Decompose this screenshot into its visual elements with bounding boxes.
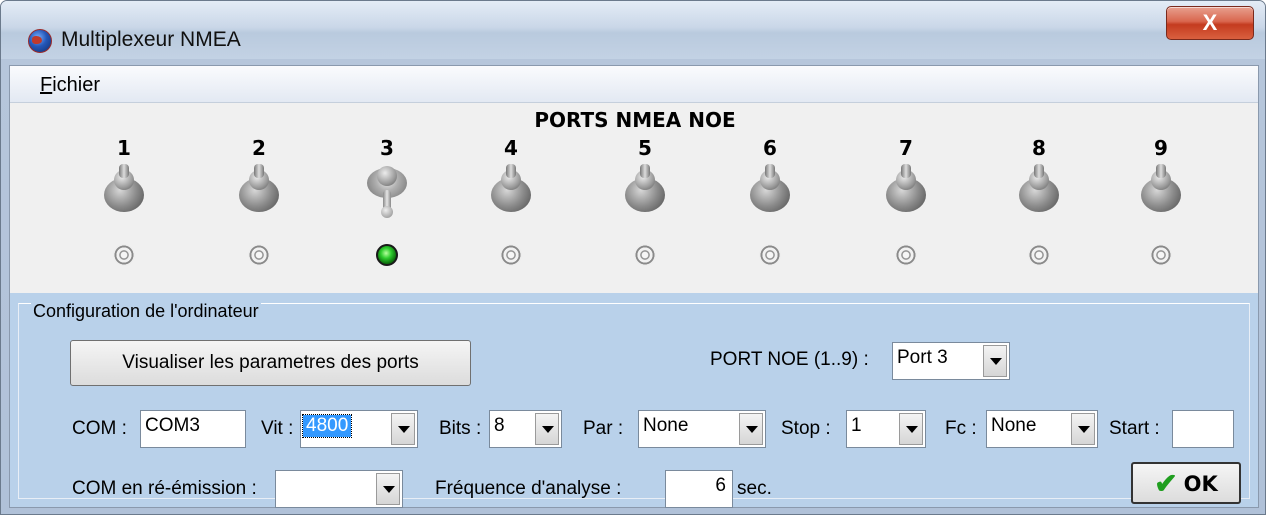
port-noe-value: Port 3 <box>897 347 948 368</box>
status-led-icon <box>113 244 135 266</box>
chevron-down-icon[interactable] <box>739 413 763 445</box>
status-led-icon <box>759 244 781 266</box>
bits-select[interactable]: 8 <box>489 410 562 448</box>
chevron-down-icon[interactable] <box>1071 413 1095 445</box>
par-select[interactable]: None <box>638 410 766 448</box>
stop-select[interactable]: 1 <box>846 410 926 448</box>
ports-title: PORTS NMEA NOE <box>534 108 736 132</box>
freq-label: Fréquence d'analyse : <box>435 478 622 499</box>
chevron-down-icon[interactable] <box>376 473 400 505</box>
menu-fichier-mnemonic: F <box>40 74 53 96</box>
toggle-switch-icon[interactable] <box>1016 164 1062 228</box>
status-led-icon <box>248 244 270 266</box>
status-led-icon <box>1028 244 1050 266</box>
port-number: 3 <box>380 136 394 160</box>
reemission-label: COM en ré-émission : <box>72 478 257 499</box>
com-input[interactable]: COM3 <box>140 410 246 448</box>
chevron-down-icon[interactable] <box>899 413 923 445</box>
bits-value: 8 <box>494 415 505 436</box>
port-number: 4 <box>504 136 518 160</box>
port-9: 9 <box>1131 136 1191 266</box>
port-number: 9 <box>1154 136 1168 160</box>
config-groupbox: Configuration de l'ordinateur Visualiser… <box>18 301 1250 508</box>
port-number: 2 <box>252 136 266 160</box>
port-noe-select[interactable]: Port 3 <box>892 342 1010 380</box>
port-number: 1 <box>117 136 131 160</box>
port-number: 5 <box>638 136 652 160</box>
checkmark-icon: ✔ <box>1154 468 1178 499</box>
port-number: 8 <box>1032 136 1046 160</box>
fc-value: None <box>991 415 1037 436</box>
toggle-switch-icon[interactable] <box>101 164 147 228</box>
com-label: COM : <box>72 418 127 439</box>
vit-label: Vit : <box>261 418 294 439</box>
start-input[interactable] <box>1172 410 1234 448</box>
start-label: Start : <box>1109 418 1160 439</box>
status-led-icon <box>376 244 398 266</box>
client-area: Fichier PORTS NMEA NOE 1 2 3 4 5 6 7 8 9 Configu… <box>9 65 1259 508</box>
reemission-select[interactable] <box>275 470 403 508</box>
menu-fichier-label: ichier <box>52 74 101 96</box>
chevron-down-icon[interactable] <box>391 413 415 445</box>
menu-fichier[interactable]: Fichier <box>40 74 100 97</box>
freq-unit: sec. <box>737 478 772 499</box>
title-bar[interactable]: Multiplexeur NMEA X <box>1 1 1265 59</box>
main-window: Multiplexeur NMEA X Fichier PORTS NMEA N… <box>0 0 1266 515</box>
port-number: 6 <box>763 136 777 160</box>
window-title: Multiplexeur NMEA <box>61 28 241 51</box>
bits-label: Bits : <box>439 418 482 439</box>
freq-input[interactable]: 6 <box>665 470 733 508</box>
chevron-down-icon[interactable] <box>535 413 559 445</box>
port-6: 6 <box>740 136 800 266</box>
toggle-switch-icon[interactable] <box>364 164 410 228</box>
chevron-down-icon[interactable] <box>983 345 1007 377</box>
port-2: 2 <box>229 136 289 266</box>
config-panel: Configuration de l'ordinateur Visualiser… <box>10 293 1258 508</box>
port-noe-label: PORT NOE (1..9) : <box>710 349 869 370</box>
port-number: 7 <box>899 136 913 160</box>
status-led-icon <box>500 244 522 266</box>
fc-select[interactable]: None <box>986 410 1098 448</box>
globe-icon <box>28 29 52 53</box>
port-1: 1 <box>94 136 154 266</box>
toggle-switch-icon[interactable] <box>622 164 668 228</box>
toggle-switch-icon[interactable] <box>488 164 534 228</box>
toggle-switch-icon[interactable] <box>1138 164 1184 228</box>
stop-label: Stop : <box>781 418 831 439</box>
ok-button[interactable]: ✔ OK <box>1131 462 1241 504</box>
fc-label: Fc : <box>945 418 977 439</box>
menu-bar: Fichier <box>10 66 1258 103</box>
port-8: 8 <box>1009 136 1069 266</box>
par-label: Par : <box>583 418 624 439</box>
stop-value: 1 <box>851 415 862 436</box>
port-4: 4 <box>481 136 541 266</box>
port-7: 7 <box>876 136 936 266</box>
ok-label: OK <box>1183 472 1218 496</box>
status-led-icon <box>895 244 917 266</box>
toggle-switch-icon[interactable] <box>747 164 793 228</box>
port-5: 5 <box>615 136 675 266</box>
status-led-icon <box>1150 244 1172 266</box>
toggle-switch-icon[interactable] <box>236 164 282 228</box>
port-3: 3 <box>357 136 417 266</box>
par-value: None <box>643 415 689 436</box>
view-port-params-button[interactable]: Visualiser les parametres des ports <box>70 340 471 386</box>
vit-select[interactable]: 4800 <box>300 410 418 448</box>
toggle-switch-icon[interactable] <box>883 164 929 228</box>
close-button[interactable]: X <box>1166 6 1254 40</box>
config-group-label: Configuration de l'ordinateur <box>31 301 261 322</box>
vit-value: 4800 <box>301 414 353 438</box>
status-led-icon <box>634 244 656 266</box>
